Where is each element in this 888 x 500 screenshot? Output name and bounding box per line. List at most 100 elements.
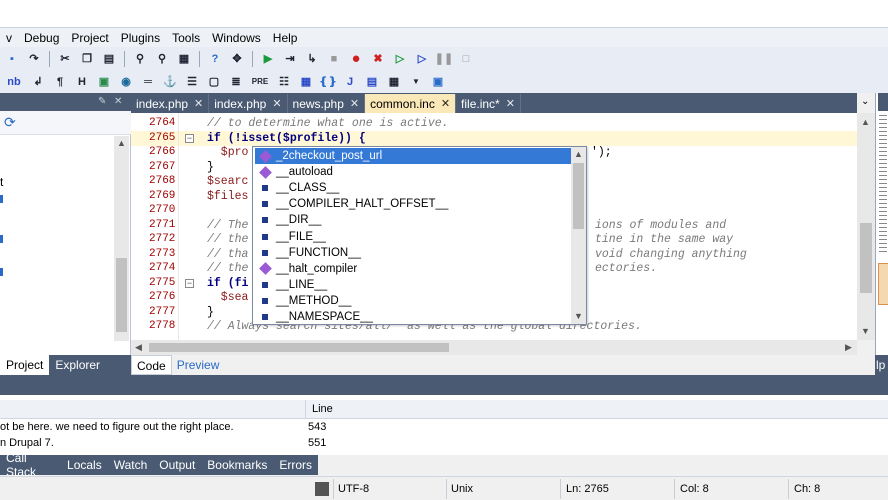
table-icon[interactable]: ▦ — [296, 73, 316, 91]
autocomplete-item[interactable]: __DIR__ — [255, 212, 571, 228]
scroll-thumb[interactable] — [149, 343, 449, 352]
close-icon[interactable]: ✕ — [506, 97, 515, 110]
form-icon[interactable]: ▤ — [362, 73, 382, 91]
tab-watch[interactable]: Watch — [108, 455, 154, 475]
run-icon[interactable]: ▶ — [258, 50, 278, 68]
nbsp-button[interactable]: nb — [2, 73, 26, 91]
box-icon[interactable]: ▢ — [204, 73, 224, 91]
menu-debug[interactable]: Debug — [18, 31, 65, 45]
autocomplete-popup[interactable]: _2checkout_post_url __autoload __CLASS__ __… — [252, 146, 587, 325]
replace-icon[interactable]: ▦ — [174, 50, 194, 68]
pin-icon[interactable]: ✎ — [98, 96, 106, 107]
stop-icon[interactable]: □ — [456, 50, 476, 68]
step-icon[interactable]: ▷ — [412, 50, 432, 68]
autocomplete-item[interactable]: __halt_compiler — [255, 261, 571, 277]
menu-plugins[interactable]: Plugins — [115, 31, 166, 45]
autocomplete-item[interactable]: __LINE__ — [255, 277, 571, 293]
menu-tools[interactable]: Tools — [166, 31, 206, 45]
breakpoint-icon[interactable]: ● — [346, 50, 366, 68]
close-icon[interactable]: ✕ — [194, 97, 203, 110]
autocomplete-item[interactable]: __COMPILER_HALT_OFFSET__ — [255, 196, 571, 212]
clear-breakpoints-icon[interactable]: ✖ — [368, 50, 388, 68]
line-break-icon[interactable]: ↲ — [28, 73, 48, 91]
tree-item-fragment[interactable]: t — [0, 175, 3, 189]
redo-icon[interactable]: ↷ — [24, 50, 44, 68]
scroll-up-icon[interactable]: ▲ — [117, 138, 126, 148]
tab-news-php[interactable]: news.php ✕ — [288, 94, 366, 113]
menu-windows[interactable]: Windows — [206, 31, 267, 45]
tab-output[interactable]: Output — [153, 455, 201, 475]
autocomplete-item[interactable]: __METHOD__ — [255, 293, 571, 309]
menu-help[interactable]: Help — [267, 31, 304, 45]
menu-view[interactable]: v — [0, 31, 18, 45]
tab-list-button[interactable]: ⌄ — [857, 93, 875, 113]
editor-hscrollbar[interactable]: ◀ ▶ — [131, 340, 857, 355]
window-icon[interactable]: ▣ — [428, 73, 448, 91]
javascript-button[interactable]: J — [340, 73, 360, 91]
step-over-icon[interactable]: ↳ — [302, 50, 322, 68]
link-icon[interactable]: ◉ — [116, 73, 136, 91]
scroll-up-icon[interactable]: ▲ — [574, 149, 583, 159]
stop-small-icon[interactable]: ■ — [324, 50, 344, 68]
find-next-icon[interactable]: ⚲ — [152, 50, 172, 68]
fold-toggle-icon[interactable]: − — [185, 133, 194, 143]
refresh-icon[interactable]: ⟳ — [4, 114, 16, 131]
find-icon[interactable]: ⚲ — [130, 50, 150, 68]
tab-common-inc[interactable]: common.inc ✕ — [365, 94, 457, 113]
list-icon[interactable]: ☷ — [274, 73, 294, 91]
encoding-status[interactable]: UTF-8 — [338, 483, 369, 495]
minimap-viewport[interactable] — [878, 263, 888, 305]
menu-project[interactable]: Project — [65, 31, 114, 45]
pause-icon[interactable]: ❚❚ — [434, 50, 454, 68]
table-row[interactable]: n Drupal 7. 551 — [0, 436, 888, 451]
autocomplete-scrollbar[interactable]: ▲ ▼ — [571, 147, 586, 324]
autocomplete-item[interactable]: __FUNCTION__ — [255, 245, 571, 261]
widget-icon[interactable]: ▦ — [384, 73, 404, 91]
continue-icon[interactable]: ▷ — [390, 50, 410, 68]
paste-icon[interactable]: ▤ — [99, 50, 119, 68]
scroll-up-icon[interactable]: ▲ — [861, 117, 870, 127]
close-panel-icon[interactable]: ✕ — [114, 96, 122, 107]
anchor-icon[interactable]: ⚓ — [160, 73, 180, 91]
tab-call-stack[interactable]: Call Stack — [0, 451, 61, 479]
tab-bookmarks[interactable]: Bookmarks — [201, 455, 273, 475]
fit-icon[interactable]: ✥ — [227, 50, 247, 68]
autocomplete-item[interactable]: __autoload — [255, 164, 571, 180]
minimap[interactable] — [875, 93, 888, 355]
scroll-thumb[interactable] — [116, 258, 127, 332]
autocomplete-item[interactable]: __FILE__ — [255, 229, 571, 245]
autocomplete-item[interactable]: _2checkout_post_url — [255, 148, 571, 164]
css-icon[interactable]: ❴❵ — [318, 73, 338, 91]
scroll-right-icon[interactable]: ▶ — [845, 342, 852, 353]
tab-project[interactable]: Project — [0, 355, 50, 375]
text-align-icon[interactable]: ≣ — [226, 73, 246, 91]
tab-locals[interactable]: Locals — [61, 455, 108, 475]
tab-index-php-2[interactable]: index.php ✕ — [209, 94, 288, 113]
step-into-icon[interactable]: ⇥ — [280, 50, 300, 68]
table-row[interactable]: ot be here. we need to figure out the ri… — [0, 420, 888, 435]
tab-explorer[interactable]: Explorer — [49, 355, 106, 375]
autocomplete-item[interactable]: __CLASS__ — [255, 180, 571, 196]
tab-errors[interactable]: Errors — [273, 455, 318, 475]
column-header-line[interactable]: Line — [312, 403, 333, 415]
autocomplete-item[interactable]: __NAMESPACE__ — [255, 309, 571, 325]
heading-button[interactable]: H — [72, 73, 92, 91]
dropdown-icon[interactable]: ▼ — [406, 73, 426, 91]
paragraph-button[interactable]: ¶ — [50, 73, 70, 91]
tab-code[interactable]: Code — [131, 355, 172, 375]
scroll-thumb[interactable] — [573, 163, 584, 229]
tab-file-inc[interactable]: file.inc* ✕ — [456, 94, 521, 113]
help-icon[interactable]: ? — [205, 50, 225, 68]
fold-toggle-icon[interactable]: − — [185, 278, 194, 288]
image-icon[interactable]: ▣ — [94, 73, 114, 91]
close-icon[interactable]: ✕ — [350, 97, 359, 110]
tab-index-php-1[interactable]: index.php ✕ — [131, 94, 210, 113]
new-icon[interactable]: ▪ — [2, 50, 22, 68]
horizontal-rule-icon[interactable]: ═ — [138, 73, 158, 91]
project-scrollbar[interactable]: ▲ — [114, 136, 129, 341]
scroll-thumb[interactable] — [860, 223, 872, 293]
scroll-down-icon[interactable]: ▼ — [574, 311, 583, 321]
close-icon[interactable]: ✕ — [441, 97, 450, 110]
tab-preview[interactable]: Preview — [172, 355, 225, 375]
copy-icon[interactable]: ❐ — [77, 50, 97, 68]
